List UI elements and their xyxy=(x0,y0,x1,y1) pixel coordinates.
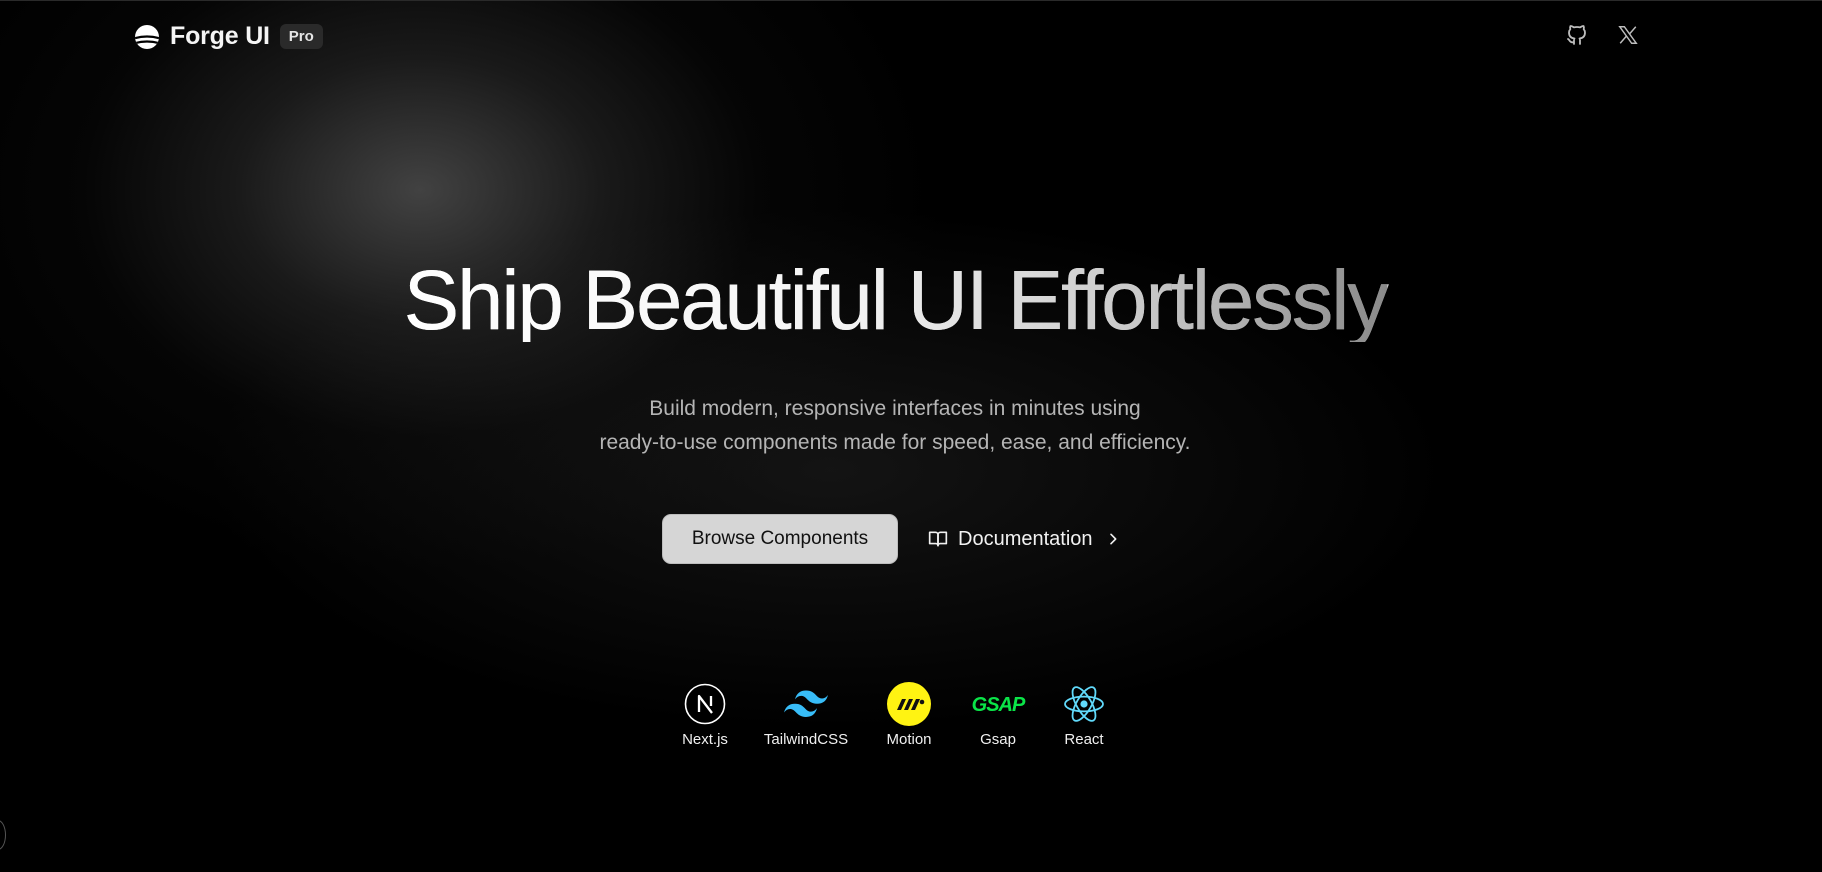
browse-components-button[interactable]: Browse Components xyxy=(662,514,898,564)
x-link[interactable] xyxy=(1615,24,1641,50)
documentation-label: Documentation xyxy=(958,527,1093,550)
header-brand[interactable]: Forge UI Pro xyxy=(134,22,323,51)
tech-label-nextjs: Next.js xyxy=(682,731,728,748)
react-icon xyxy=(1062,682,1106,726)
tech-label-tailwindcss: TailwindCSS xyxy=(763,731,849,748)
gsap-icon: GSAP xyxy=(968,682,1028,726)
github-icon xyxy=(1565,23,1589,52)
documentation-link[interactable]: Documentation xyxy=(928,528,1121,551)
pro-badge: Pro xyxy=(279,24,323,49)
tech-item-nextjs[interactable]: Next.js xyxy=(664,682,746,748)
forge-logo-icon xyxy=(134,24,160,50)
chevron-right-icon xyxy=(1105,531,1121,547)
brand-name: Forge UI xyxy=(170,22,270,50)
hero-actions: Browse Components Documentation xyxy=(662,514,1121,564)
github-link[interactable] xyxy=(1564,24,1590,50)
gsap-wordmark: GSAP xyxy=(972,694,1026,716)
tech-item-gsap[interactable]: GSAP Gsap xyxy=(958,682,1038,748)
tailwindcss-icon xyxy=(784,682,828,726)
corner-indicator[interactable] xyxy=(0,820,6,850)
tech-label-react: React xyxy=(1064,731,1104,748)
hero-title-text: Ship Beautiful UI Effortlessly xyxy=(403,253,1389,347)
nextjs-icon xyxy=(683,682,727,726)
book-icon xyxy=(928,529,948,549)
hero-subtitle-line2: ready-to-use components made for speed, … xyxy=(599,431,1191,454)
hero-subtitle: Build modern, responsive interfaces in m… xyxy=(0,392,1790,460)
top-border xyxy=(0,0,1822,1)
tech-item-tailwindcss[interactable]: TailwindCSS xyxy=(756,682,856,748)
tech-item-react[interactable]: React xyxy=(1044,682,1124,748)
tech-label-gsap: Gsap xyxy=(980,731,1016,748)
x-icon xyxy=(1617,24,1639,51)
motion-icon xyxy=(887,682,931,726)
hero-title: Ship Beautiful UI Effortlessly xyxy=(0,258,1790,342)
hero-subtitle-line1: Build modern, responsive interfaces in m… xyxy=(649,397,1141,420)
tech-label-motion: Motion xyxy=(886,731,932,748)
tech-item-motion[interactable]: Motion xyxy=(868,682,950,748)
